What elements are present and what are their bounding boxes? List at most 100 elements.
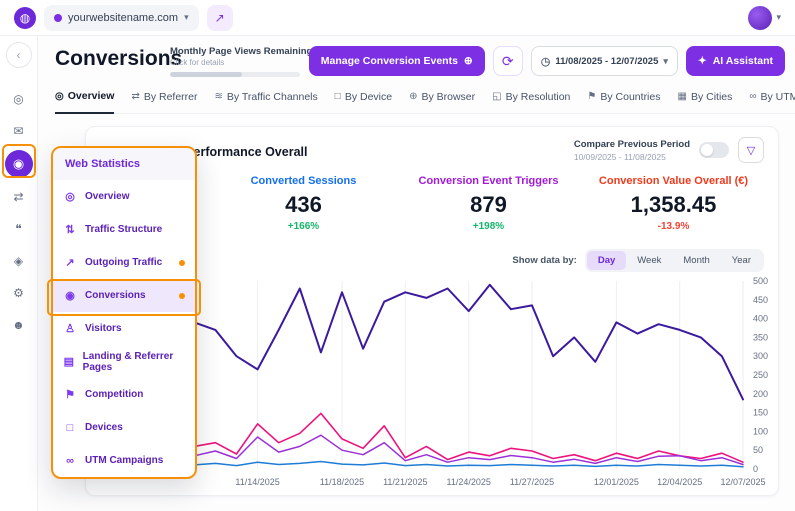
metric-label: Converted Sessions — [250, 175, 357, 187]
metric-delta: +166% — [287, 221, 320, 232]
logo-icon: ◍ — [19, 10, 31, 25]
refresh-icon: ⟳ — [501, 52, 514, 69]
sidebar-item-campaigns[interactable]: ✉ — [6, 118, 32, 144]
filter-icon: ▽ — [746, 144, 756, 157]
svg-text:0: 0 — [753, 464, 758, 474]
sidebar-item-security[interactable]: ◈ — [6, 248, 32, 274]
svg-text:11/24/2025: 11/24/2025 — [447, 477, 491, 487]
tab-label: By Referrer — [143, 90, 198, 103]
chevron-down-icon: ▾ — [663, 55, 668, 66]
tab-by-cities[interactable]: ▦ By Cities — [677, 88, 732, 113]
campaigns-icon: ✉ — [13, 124, 24, 138]
sidebar-item-web-statistics[interactable]: ◉ — [4, 150, 33, 178]
pageviews-progress-fill — [170, 72, 242, 77]
menu-item-conversions[interactable]: ◉ Conversions — [53, 279, 195, 312]
granularity-day[interactable]: Day — [586, 251, 627, 270]
open-site-button[interactable]: ↗ — [206, 4, 233, 31]
svg-text:150: 150 — [753, 408, 768, 418]
tab-label: By Countries — [600, 90, 661, 103]
site-selector[interactable]: yourwebsitename.com ▾ — [44, 4, 199, 31]
compare-toggle[interactable] — [699, 142, 729, 158]
pageviews-label: Monthly Page Views Remaining — [170, 46, 313, 57]
menu-item-devices[interactable]: □ Devices — [53, 411, 195, 444]
sidebar-item-integrations[interactable]: ⇄ — [6, 184, 32, 210]
external-link-icon: ↗ — [214, 10, 225, 25]
menu-item-label: Devices — [85, 422, 123, 433]
top-bar: ◍ yourwebsitename.com ▾ ↗ ▾ — [0, 0, 795, 36]
sidebar-item-settings[interactable]: ⚙ — [6, 280, 32, 306]
metric-conversion-value-overall: Conversion Value Overall (€) 1,358.45 -1… — [581, 175, 766, 232]
traffic-structure-icon: ⇅ — [65, 224, 75, 236]
sidebar-collapse-button[interactable]: ‹ — [5, 42, 32, 68]
metric-value: 879 — [470, 192, 507, 217]
ai-assistant-button[interactable]: ✦ AI Assistant — [685, 46, 785, 76]
menu-item-label: UTM Campaigns — [85, 455, 164, 466]
sidebar-item-dashboard[interactable]: ◎ — [6, 86, 32, 112]
cities-tab-icon: ▦ — [677, 91, 687, 102]
svg-text:11/18/2025: 11/18/2025 — [320, 477, 364, 487]
metric-value: 436 — [285, 192, 322, 217]
menu-item-competition[interactable]: ⚑ Competition — [53, 378, 195, 411]
tab-label: By UTM Campaign — [760, 90, 795, 103]
tab-by-countries[interactable]: ⚑ By Countries — [587, 88, 660, 113]
visitors-icon: ♙ — [65, 323, 75, 335]
manage-conversion-events-button[interactable]: Manage Conversion Events ⊕ — [308, 46, 485, 76]
integrations-icon: ⇄ — [13, 190, 24, 204]
tab-by-referrer[interactable]: ⇄ By Referrer — [131, 88, 197, 113]
menu-item-visitors[interactable]: ♙ Visitors — [53, 312, 195, 345]
ai-button-label: AI Assistant — [712, 55, 773, 67]
tab-by-traffic-channels[interactable]: ≋ By Traffic Channels — [215, 88, 318, 113]
refresh-button[interactable]: ⟳ — [492, 46, 523, 76]
menu-item-outgoing-traffic[interactable]: ↗ Outgoing Traffic — [53, 246, 195, 279]
svg-text:450: 450 — [753, 295, 768, 305]
user-avatar[interactable] — [748, 5, 773, 30]
pageviews-details-link[interactable]: Click for details — [170, 58, 320, 67]
date-range-picker[interactable]: ◷ 11/08/2025 - 12/07/2025 ▾ — [530, 46, 678, 76]
tab-by-device[interactable]: □ By Device — [335, 88, 392, 113]
tab-label: By Traffic Channels — [226, 90, 318, 103]
svg-text:250: 250 — [753, 370, 768, 380]
sidebar-item-chat[interactable]: ❝ — [6, 216, 32, 242]
svg-text:12/01/2025: 12/01/2025 — [594, 477, 639, 487]
granularity-year[interactable]: Year — [721, 251, 762, 270]
menu-item-utm-campaigns[interactable]: ∞ UTM Campaigns — [53, 444, 195, 477]
tab-overview[interactable]: ◎ Overview — [55, 88, 115, 114]
menu-item-label: Conversions — [85, 290, 146, 301]
svg-text:350: 350 — [753, 332, 768, 342]
tab-label: By Cities — [690, 90, 733, 103]
manage-button-label: Manage Conversion Events — [320, 55, 458, 67]
granularity-week[interactable]: Week — [626, 251, 672, 270]
conversions-icon: ◉ — [65, 290, 75, 302]
notification-dot — [179, 259, 185, 266]
pageviews-progress-bar — [170, 72, 300, 77]
tab-by-utm-campaign[interactable]: ∞By UTM Campaign — [749, 88, 795, 113]
resolution-tab-icon: ◱ — [492, 91, 502, 102]
avatar-chevron-icon[interactable]: ▾ — [776, 12, 781, 23]
svg-text:50: 50 — [753, 445, 763, 455]
compare-label: Compare Previous Period — [573, 138, 690, 150]
menu-item-traffic-structure[interactable]: ⇅ Traffic Structure — [53, 213, 195, 246]
svg-text:11/27/2025: 11/27/2025 — [510, 477, 554, 487]
metrics-row: Converted Sessions 436 +166% Conversion … — [211, 175, 766, 232]
svg-text:400: 400 — [753, 314, 768, 324]
sidebar-item-users[interactable]: ☻ — [6, 312, 32, 338]
menu-item-overview[interactable]: ◎ Overview — [53, 180, 195, 213]
metric-label: Conversion Value Overall (€) — [598, 175, 749, 187]
tab-by-browser[interactable]: ⊕ By Browser — [409, 88, 475, 113]
svg-text:11/14/2025: 11/14/2025 — [235, 477, 279, 487]
filter-button[interactable]: ▽ — [738, 137, 764, 163]
page-title: Conversions — [55, 47, 183, 70]
tab-label: By Browser — [421, 90, 476, 103]
svg-text:100: 100 — [753, 426, 768, 436]
web-statistics-menu: Web Statistics ◎ Overview ⇅ Traffic Struct… — [47, 146, 201, 479]
utm-campaigns-icon: ∞ — [66, 454, 74, 467]
date-range-value: 11/08/2025 - 12/07/2025 — [555, 55, 659, 67]
outgoing-traffic-icon: ↗ — [65, 257, 75, 269]
menu-item-landing-referrer-pages[interactable]: ▤ Landing & Referrer Pages — [53, 345, 195, 378]
granularity-month[interactable]: Month — [672, 251, 720, 270]
tab-by-resolution[interactable]: ◱ By Resolution — [492, 88, 570, 113]
menu-title: Web Statistics — [53, 148, 195, 180]
notification-dot — [179, 292, 185, 299]
menu-item-label: Overview — [85, 191, 130, 202]
plus-circle-icon: ⊕ — [463, 55, 473, 67]
